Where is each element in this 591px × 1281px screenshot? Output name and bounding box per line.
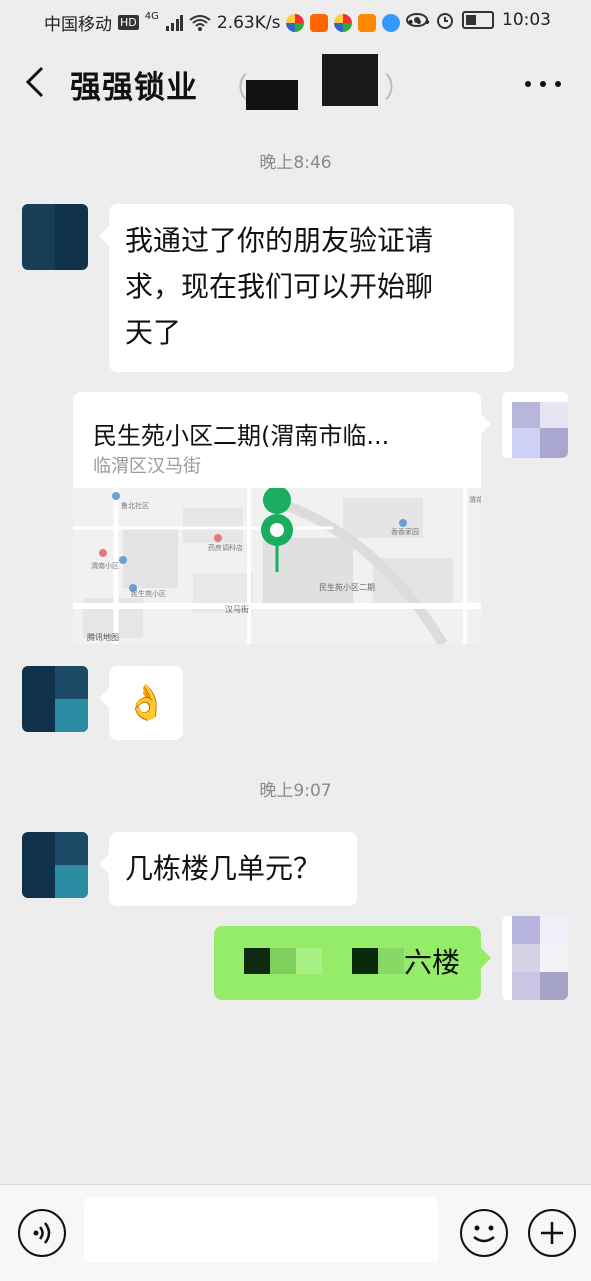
redacted-block [352, 948, 378, 974]
signal-icon [165, 14, 183, 31]
status-bar: 中国移动 HD 4G 2.63K/s ••• 10:03 [0, 0, 591, 40]
svg-text:渭南小区: 渭南小区 [91, 561, 119, 570]
message-input[interactable] [84, 1197, 438, 1263]
svg-text:鲁北社区: 鲁北社区 [121, 501, 149, 510]
app-icon-5 [382, 13, 401, 32]
app-icon-3 [334, 13, 353, 32]
plus-icon[interactable] [528, 1209, 576, 1257]
chat-title: 强强锁业 [70, 70, 198, 106]
location-name: 民生苑小区二期(渭南市临... [93, 422, 390, 450]
avatar[interactable] [502, 916, 568, 1000]
input-bar [0, 1184, 591, 1281]
title-paren-close: ） [384, 71, 413, 104]
emoji-bubble[interactable]: 👌 [99, 666, 183, 740]
location-map[interactable]: 鲁北社区 渭南小区 药房调科店 民生苑小区 民生苑小区二期 汉马街 香香家园 渭… [73, 486, 481, 644]
redacted-name-2 [322, 54, 378, 106]
battery-icon [462, 11, 494, 29]
message-bubble[interactable]: 几栋楼几单元？ [99, 832, 357, 906]
svg-text:民生苑小区二期: 民生苑小区二期 [319, 582, 375, 592]
avatar[interactable] [22, 666, 88, 732]
clock-time: 10:03 [502, 10, 551, 30]
svg-text:腾讯地图: 腾讯地图 [87, 632, 119, 642]
message-line-3: 天了 [125, 316, 182, 349]
smiley-icon[interactable] [460, 1209, 508, 1257]
timestamp: 晚上9:07 [259, 781, 332, 801]
svg-text:民生苑小区: 民生苑小区 [131, 589, 166, 598]
redacted-block [244, 948, 270, 974]
svg-text:汉马街: 汉马街 [225, 604, 249, 614]
location-card[interactable]: 民生苑小区二期(渭南市临... 临渭区汉马街 鲁北社区 渭南小区 药房调科店 民… [73, 392, 481, 644]
title-paren-open: （ [220, 71, 249, 104]
eye-icon [406, 13, 428, 27]
message-line-1: 我通过了你的朋友验证请 [125, 224, 434, 257]
svg-text:药房调科店: 药房调科店 [208, 543, 243, 552]
chevron-left-icon[interactable] [18, 62, 54, 102]
redacted-name-1 [246, 80, 298, 110]
app-icon-4 [358, 13, 377, 32]
app-icon-1 [286, 13, 305, 32]
svg-text:渭花路: 渭花路 [469, 495, 481, 504]
carrier-label: 中国移动 [44, 15, 112, 35]
network-speed: 2.63K/s [216, 12, 281, 33]
timestamp: 晚上8:46 [259, 153, 332, 173]
redacted-block [378, 948, 404, 974]
location-address: 临渭区汉马街 [93, 456, 201, 477]
redacted-block [270, 948, 296, 974]
message-line-2: 求，现在我们可以开始聊 [125, 270, 434, 303]
chat-header: 强强锁业 （ ） [0, 40, 591, 124]
alarm-icon [437, 13, 453, 29]
redacted-block [296, 948, 322, 974]
message-bubble[interactable]: 我通过了你的朋友验证请 求，现在我们可以开始聊 天了 [99, 204, 514, 372]
avatar[interactable] [22, 204, 88, 270]
wifi-icon [189, 14, 211, 31]
app-icon-2 [310, 13, 329, 32]
ok-hand-emoji: 👌 [125, 683, 168, 723]
hd-badge: HD [118, 15, 139, 30]
map-graphic: 鲁北社区 渭南小区 药房调科店 民生苑小区 民生苑小区二期 汉马街 香香家园 渭… [73, 486, 481, 644]
message-bubble-self[interactable]: 六楼 [214, 926, 491, 1000]
message-text: 六楼 [404, 946, 461, 979]
svg-text:香香家园: 香香家园 [391, 527, 419, 536]
signal-tag: 4G [144, 11, 159, 22]
message-text: 几栋楼几单元？ [125, 852, 322, 885]
avatar[interactable] [22, 832, 88, 898]
voice-icon[interactable] [18, 1209, 66, 1257]
more-dots-icon[interactable] [525, 78, 561, 90]
avatar[interactable] [502, 392, 568, 458]
location-card-tail [481, 414, 491, 434]
